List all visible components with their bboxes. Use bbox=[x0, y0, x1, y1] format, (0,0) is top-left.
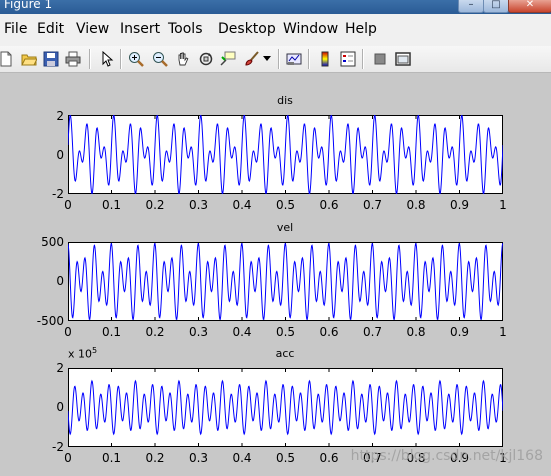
minimize-button[interactable]: – bbox=[458, 0, 484, 13]
pan-hand-icon[interactable] bbox=[174, 50, 192, 68]
maximize-icon: □ bbox=[491, 0, 501, 10]
xtick-label: 0.3 bbox=[188, 451, 209, 465]
ytick-label: 0 bbox=[56, 148, 64, 162]
watermark-text: https://blog.csdn.net/kjl168 bbox=[350, 448, 543, 464]
ytick-label: 0 bbox=[56, 400, 64, 414]
series-line-vel bbox=[68, 243, 503, 320]
hide-plot-tools-icon[interactable] bbox=[371, 50, 389, 68]
plot-title-acc: acc bbox=[275, 347, 295, 360]
save-icon[interactable] bbox=[42, 50, 60, 68]
open-file-icon[interactable] bbox=[20, 50, 38, 68]
xtick-label: 0.1 bbox=[101, 198, 122, 212]
xtick-label: 0.5 bbox=[275, 325, 296, 339]
ytick-label: 2 bbox=[56, 361, 64, 375]
xtick-label: 1 bbox=[499, 325, 507, 339]
xtick-label: 0.9 bbox=[449, 198, 470, 212]
xtick-label: 0 bbox=[64, 451, 72, 465]
menu-bar: File Edit View Insert Tools Desktop Wind… bbox=[0, 14, 551, 47]
plot-title-vel: vel bbox=[276, 221, 294, 234]
xtick-label: 0.2 bbox=[145, 451, 165, 465]
xtick-label: 0.7 bbox=[362, 325, 383, 339]
ytick-label: 2 bbox=[56, 109, 64, 123]
xtick-label: 0.1 bbox=[101, 325, 122, 339]
series-line-acc bbox=[68, 379, 503, 436]
xtick-label: 0.4 bbox=[232, 451, 252, 465]
menu-view[interactable]: View bbox=[76, 21, 109, 37]
series-line-dis bbox=[68, 115, 503, 194]
ytick-label: 0 bbox=[56, 274, 64, 288]
menu-insert[interactable]: Insert bbox=[120, 21, 160, 37]
xtick-label: 0.7 bbox=[362, 198, 383, 212]
xtick-label: 0.8 bbox=[406, 198, 426, 212]
xtick-label: 0.6 bbox=[319, 325, 339, 339]
maximize-button[interactable]: □ bbox=[483, 0, 509, 13]
rotate-3d-icon[interactable] bbox=[197, 50, 215, 68]
menu-desktop[interactable]: Desktop bbox=[218, 21, 276, 37]
brush-dropdown-icon[interactable] bbox=[262, 50, 272, 68]
data-cursor-icon[interactable] bbox=[219, 50, 237, 68]
xtick-label: 0.4 bbox=[232, 325, 252, 339]
xtick-label: 0.5 bbox=[275, 198, 296, 212]
xtick-label: 0 bbox=[64, 198, 72, 212]
show-plot-tools-icon[interactable] bbox=[394, 50, 412, 68]
xtick-label: 0.8 bbox=[406, 325, 426, 339]
legend-icon[interactable] bbox=[339, 50, 357, 68]
plot-area-vel bbox=[68, 242, 503, 321]
close-icon: ✕ bbox=[525, 0, 535, 10]
xtick-label: 1 bbox=[499, 198, 507, 212]
xtick-label: 0.4 bbox=[232, 198, 252, 212]
new-figure-icon[interactable] bbox=[0, 50, 15, 68]
edit-plot-arrow-icon[interactable] bbox=[98, 50, 116, 68]
plot-title-dis: dis bbox=[277, 94, 293, 107]
link-plot-icon[interactable] bbox=[285, 50, 303, 68]
xtick-label: 0.6 bbox=[319, 451, 339, 465]
xtick-label: 0.3 bbox=[188, 325, 209, 339]
xtick-label: 0 bbox=[64, 325, 72, 339]
zoom-out-icon[interactable] bbox=[151, 50, 169, 68]
zoom-in-icon[interactable] bbox=[127, 50, 145, 68]
menu-tools[interactable]: Tools bbox=[168, 21, 203, 37]
xtick-label: 0.2 bbox=[145, 325, 165, 339]
xtick-label: 0.3 bbox=[188, 198, 209, 212]
brush-icon[interactable] bbox=[243, 50, 261, 68]
menu-help[interactable]: Help bbox=[345, 21, 377, 37]
print-icon[interactable] bbox=[64, 50, 82, 68]
menu-edit[interactable]: Edit bbox=[37, 21, 64, 37]
figure-toolbar bbox=[0, 46, 551, 73]
window-title: Figure 1 bbox=[4, 0, 53, 11]
ytick-label: -2 bbox=[52, 187, 64, 201]
xtick-label: 0.9 bbox=[449, 325, 470, 339]
colorbar-icon[interactable] bbox=[316, 50, 334, 68]
menu-file[interactable]: File bbox=[4, 21, 27, 37]
ytick-label: -2 bbox=[52, 440, 64, 454]
close-button[interactable]: ✕ bbox=[508, 0, 551, 13]
plot-area-dis bbox=[68, 115, 503, 194]
ytick-label: -500 bbox=[36, 314, 64, 328]
window-title-bar: Figure 1 – □ ✕ bbox=[0, 0, 551, 14]
xtick-label: 0.5 bbox=[275, 451, 296, 465]
xtick-label: 0.2 bbox=[145, 198, 165, 212]
plot-area-acc bbox=[68, 368, 503, 447]
xtick-label: 0.1 bbox=[101, 451, 122, 465]
minimize-icon: – bbox=[468, 0, 474, 10]
y-exponent-label: x 105 bbox=[68, 346, 98, 361]
ytick-label: 500 bbox=[41, 235, 64, 249]
menu-window[interactable]: Window bbox=[283, 21, 338, 37]
xtick-label: 0.6 bbox=[319, 198, 339, 212]
